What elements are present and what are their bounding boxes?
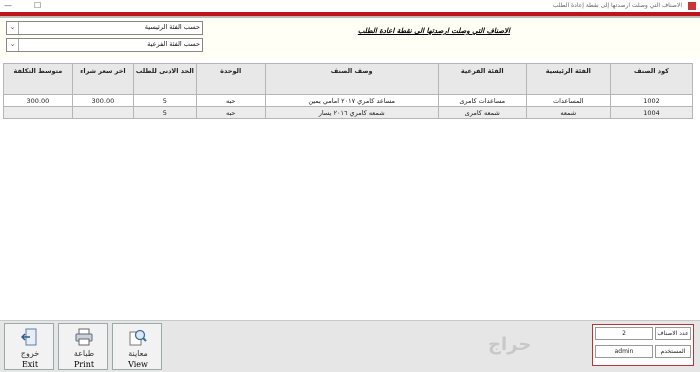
app-icon <box>688 2 696 10</box>
sub-category-label: حسب الفئة الفرعية <box>147 40 200 48</box>
cell-unit[interactable]: حبه <box>195 106 266 119</box>
cell-main-category[interactable]: شمعه <box>525 106 611 119</box>
cell-min-order[interactable]: 5 <box>132 106 197 119</box>
count-label: عدد الاصناف <box>655 327 691 340</box>
chevron-down-icon[interactable]: ⌄ <box>7 22 19 34</box>
user-label: المستخدم <box>655 345 691 358</box>
main-category-label: حسب الفئة الرئيسية <box>144 23 200 31</box>
print-label-en: Print <box>73 360 95 369</box>
cell-sub-category[interactable]: شمعه كامرى <box>437 106 527 119</box>
printer-icon <box>75 328 93 346</box>
print-button[interactable]: طباعة Print <box>58 323 108 370</box>
page-heading: الاصناف التي وصلت ارصدتها الى نقطة اعادة… <box>357 27 510 35</box>
summary-panel: عدد الاصناف 2 المستخدم admin <box>592 324 694 366</box>
user-value: admin <box>595 345 653 358</box>
view-label-ar: معاينة <box>128 349 148 358</box>
count-value: 2 <box>595 327 653 340</box>
exit-label-ar: خروج <box>20 349 40 358</box>
table-row[interactable]: 300.00 300.00 5 حبه مساعد كامري ٢٠١٧ اما… <box>3 94 694 107</box>
cell-item-code[interactable]: 1002 <box>609 94 694 107</box>
view-label-en: View <box>128 360 148 369</box>
items-grid-area: متوسط التكلفة اخر سعر شراء الحد الادنى ل… <box>0 58 700 320</box>
table-header-row: متوسط التكلفة اخر سعر شراء الحد الادنى ل… <box>3 63 694 95</box>
col-header-avg-cost[interactable]: متوسط التكلفة <box>3 63 73 95</box>
cell-sub-category[interactable]: مساعدات كامرى <box>437 94 527 107</box>
col-header-item-code[interactable]: كود الصنف <box>609 63 694 95</box>
main-category-select[interactable]: ⌄ حسب الفئة الرئيسية <box>6 21 203 35</box>
cell-avg-cost[interactable] <box>3 106 73 119</box>
cell-main-category[interactable]: المساعدات <box>525 94 611 107</box>
cell-min-order[interactable]: 5 <box>132 94 197 107</box>
sub-category-select[interactable]: ⌄ حسب الفئة الفرعية <box>6 38 203 52</box>
cell-description[interactable]: شمعه كامري ٢٠١٦ يسار <box>264 106 439 119</box>
cell-unit[interactable]: حبه <box>195 94 266 107</box>
table-row[interactable]: 5 حبه شمعه كامري ٢٠١٦ يسار شمعه كامرى شم… <box>3 106 694 119</box>
exit-button[interactable]: خروج Exit <box>4 323 54 370</box>
cell-last-price[interactable]: 300.00 <box>71 94 134 107</box>
col-header-min-order[interactable]: الحد الادنى للطلب <box>132 63 197 95</box>
col-header-unit[interactable]: الوحدة <box>195 63 266 95</box>
cell-last-price[interactable] <box>71 106 134 119</box>
view-button[interactable]: معاينة View <box>112 323 162 370</box>
minimize-button[interactable]: — <box>4 1 12 10</box>
col-header-last-price[interactable]: اخر سعر شراء <box>71 63 134 95</box>
magnifier-icon <box>129 329 147 346</box>
items-table: متوسط التكلفة اخر سعر شراء الحد الادنى ل… <box>3 63 694 119</box>
maximize-button[interactable]: ☐ <box>34 1 41 10</box>
watermark-logo: حراج <box>488 334 532 355</box>
title-bar: — ☐ ✕ الاصناف التي وصلت ارصدتها إلى نقطة… <box>0 0 700 12</box>
col-header-main-category[interactable]: الفئة الرئيسية <box>525 63 611 95</box>
window-title: الاصناف التي وصلت ارصدتها إلى نقطة إعادة… <box>552 2 682 9</box>
exit-icon <box>21 328 37 346</box>
cell-avg-cost[interactable]: 300.00 <box>3 94 73 107</box>
col-header-sub-category[interactable]: الفئة الفرعية <box>437 63 527 95</box>
exit-label-en: Exit <box>21 360 39 369</box>
cell-description[interactable]: مساعد كامري ٢٠١٧ امامي يمين <box>264 94 439 107</box>
chevron-down-icon[interactable]: ⌄ <box>7 39 19 51</box>
cell-item-code[interactable]: 1004 <box>609 106 694 119</box>
col-header-description[interactable]: وصف الصنف <box>264 63 439 95</box>
print-label-ar: طباعة <box>73 349 95 358</box>
filter-panel: ⌄ حسب الفئة الرئيسية ⌄ حسب الفئة الفرعية <box>0 18 700 59</box>
